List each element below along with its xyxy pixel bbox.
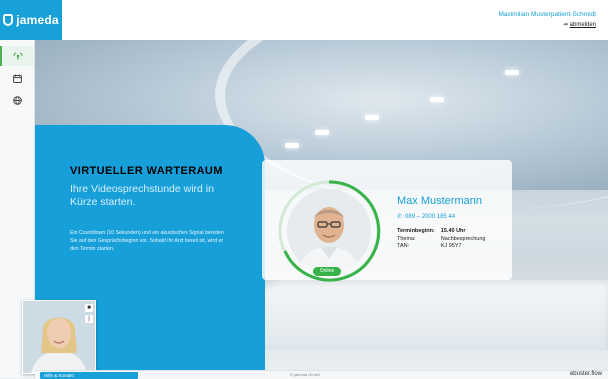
info-key: TAN:: [397, 243, 410, 249]
doctor-avatar: [287, 189, 371, 273]
logo-text: jameda: [16, 13, 59, 27]
doctor-phone[interactable]: ✆ 089 – 2000 185 44: [397, 213, 456, 221]
jameda-logo[interactable]: jameda: [0, 0, 62, 40]
top-header: jameda Maximilian Musterpatient-Schmidt …: [0, 0, 608, 41]
logout-icon: ⇥: [562, 22, 568, 28]
self-video-preview[interactable]: ■ |: [22, 300, 96, 374]
patient-portrait-icon: [23, 301, 95, 373]
video-icon: [13, 52, 23, 60]
info-value: 15.40 Uhr: [440, 228, 466, 234]
phone-icon: ✆: [397, 214, 403, 220]
footer-brand: ebuster.flow: [569, 371, 602, 377]
ceiling-light: [315, 130, 329, 135]
info-value: Nachbesprechung: [440, 235, 486, 242]
info-key: Terminbeginn:: [397, 228, 435, 234]
waiting-room-description: Ein Countdown (10 Sekunden) und ein akus…: [70, 230, 224, 252]
info-value: KJ 95Y7: [440, 243, 462, 249]
globe-icon: [12, 95, 22, 105]
ceiling-light: [365, 115, 379, 120]
reception-desk: [245, 280, 608, 350]
sidebar-item-calendar[interactable]: [0, 68, 34, 88]
camera-toggle-icon[interactable]: ■: [85, 304, 93, 312]
doctor-portrait-icon: [287, 189, 371, 273]
ceiling-light: [505, 70, 519, 75]
logout-label: abmelden: [569, 21, 596, 28]
calendar-icon: [12, 74, 22, 83]
appointment-row: TAN: KJ 95Y7: [397, 243, 491, 251]
doctor-phone-number: 089 – 2000 185 44: [405, 213, 456, 220]
logout-link[interactable]: ⇥ abmelden: [562, 21, 596, 29]
doctor-photo-wrap: Online: [277, 179, 381, 283]
waiting-room-title: VIRTUELLER WARTERAUM: [70, 165, 223, 177]
doctor-name: Max Mustermann: [397, 195, 482, 207]
appointment-info: Terminbeginn: 15.40 Uhr Thema: Nachbespr…: [397, 228, 491, 251]
footer-copyright: © jameda GmbH: [290, 372, 320, 377]
online-status-badge: Online: [313, 267, 341, 276]
ceiling-light: [285, 143, 299, 148]
waiting-room-subtitle: Ihre Videosprechstunde wird in Kürze sta…: [70, 183, 214, 208]
sidebar-item-video[interactable]: [0, 46, 34, 66]
mic-toggle-icon[interactable]: |: [85, 315, 93, 323]
sidebar-item-globe[interactable]: [0, 90, 34, 110]
appointment-row: Terminbeginn: 15.40 Uhr: [397, 228, 491, 236]
jameda-logo-icon: [3, 14, 14, 26]
appointment-row: Thema: Nachbesprechung: [397, 236, 491, 244]
user-name: Maximilian Musterpatient-Schmidt: [498, 11, 596, 18]
ceiling-light: [430, 97, 444, 102]
info-key: Thema:: [397, 235, 416, 242]
